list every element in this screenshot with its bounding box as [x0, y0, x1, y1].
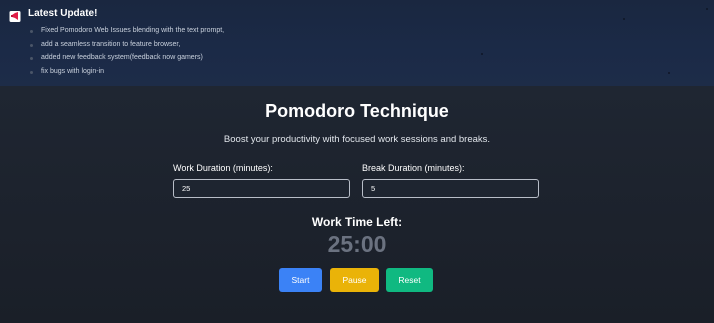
timer-label: Work Time Left:	[311, 215, 403, 229]
work-duration-input[interactable]	[173, 179, 350, 198]
update-banner: Latest Update! Fixed Pomodoro Web Issues…	[0, 0, 714, 86]
list-item: fix bugs with login-in	[30, 67, 224, 81]
reset-button[interactable]: Reset	[386, 268, 433, 292]
timer-display: 25:00	[327, 231, 387, 257]
list-item: added new feedback system(feedback now g…	[30, 53, 224, 67]
page-subtitle: Boost your productivity with focused wor…	[223, 134, 491, 145]
break-duration-input[interactable]	[362, 179, 539, 198]
work-duration-label: Work Duration (minutes):	[173, 163, 273, 173]
banner-title: Latest Update!	[28, 8, 98, 19]
megaphone-icon	[9, 11, 21, 22]
list-item: add a seamless transition to feature bro…	[30, 40, 224, 54]
update-list: Fixed Pomodoro Web Issues blending with …	[30, 26, 224, 80]
pause-button[interactable]: Pause	[330, 268, 379, 292]
list-item: Fixed Pomodoro Web Issues blending with …	[30, 26, 224, 40]
page-title: Pomodoro Technique	[265, 101, 449, 121]
break-duration-label: Break Duration (minutes):	[362, 163, 465, 173]
start-button[interactable]: Start	[279, 268, 322, 292]
